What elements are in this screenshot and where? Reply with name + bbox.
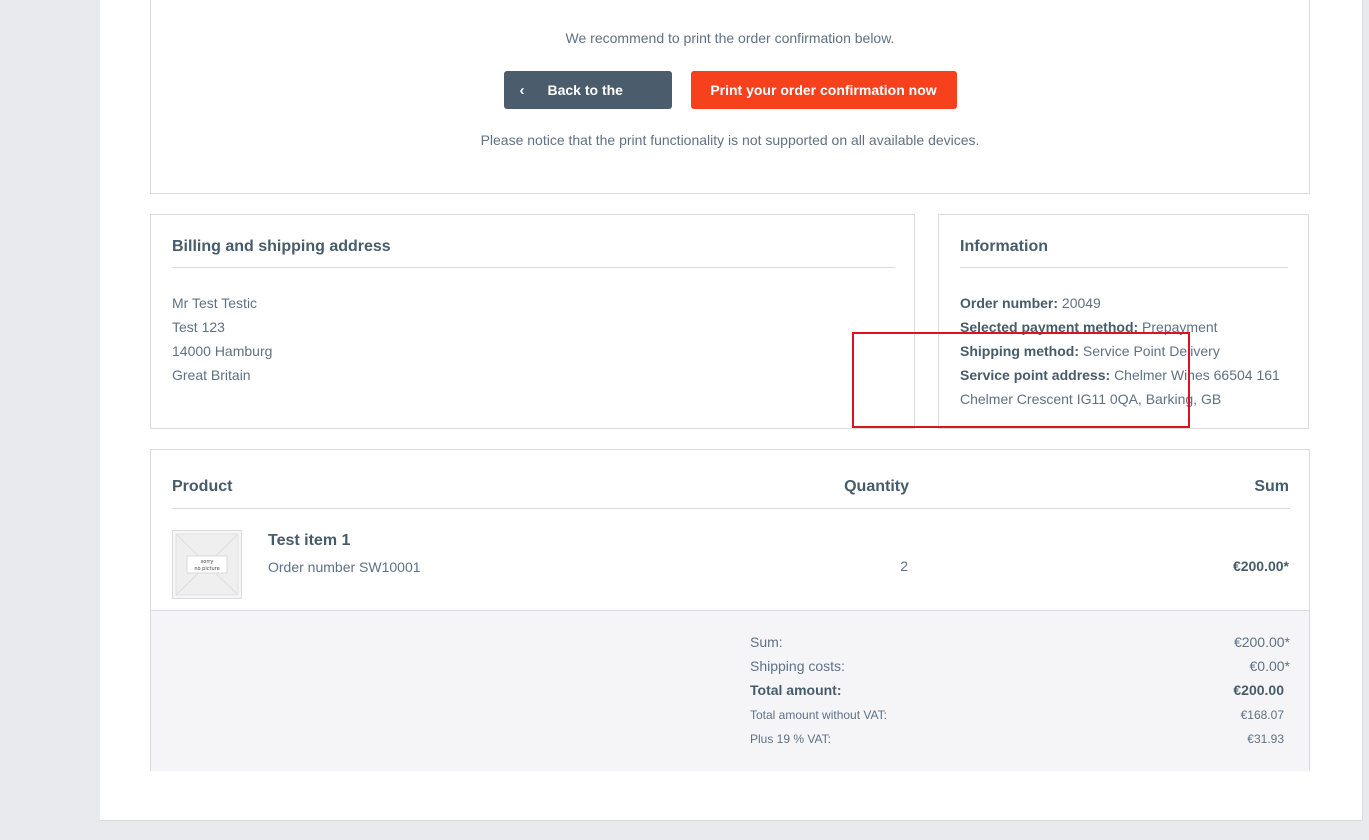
print-confirmation-panel: We recommend to print the order confirma… — [150, 0, 1310, 194]
address-line: Great Britain — [172, 367, 251, 383]
total-amount-value: €200.00 — [1233, 682, 1284, 698]
divider — [172, 267, 895, 268]
address-line: Test 123 — [172, 319, 225, 335]
vat-value: €31.93 — [1247, 732, 1284, 746]
information-title: Information — [960, 238, 1048, 255]
product-order-number: Order number SW10001 — [268, 559, 421, 575]
net-amount-value: €168.07 — [1240, 708, 1284, 722]
order-number-row: Order number: 20049 — [960, 291, 1295, 315]
print-confirmation-button[interactable]: Print your order confirmation now — [690, 71, 957, 109]
order-number-label: Order number: — [960, 295, 1059, 311]
product-sum: €200.00* — [1232, 558, 1289, 574]
address-line: Mr Test Testic — [172, 295, 258, 311]
back-to-shop-button[interactable]: ‹ Back to the shop — [503, 71, 672, 137]
recommend-text: We recommend to print the order confirma… — [565, 30, 895, 46]
billing-shipping-panel: Billing and shipping address Mr Test Tes… — [150, 214, 915, 429]
quantity-column-header: Quantity — [844, 478, 909, 495]
total-amount-label: Total amount: — [750, 682, 842, 698]
vat-label: Plus 19 % VAT: — [750, 732, 831, 746]
product-column-header: Product — [172, 478, 233, 495]
shipping-costs-label: Shipping costs: — [750, 658, 845, 674]
order-number-value: 20049 — [1061, 295, 1101, 311]
product-name[interactable]: Test item 1 — [268, 532, 350, 550]
action-buttons: ‹ Back to the shop Print your order confir… — [151, 71, 1309, 137]
net-amount-label: Total amount without VAT: — [750, 708, 887, 722]
products-panel: Product Quantity Sum sorry no picture Te… — [150, 449, 1310, 771]
print-notice-text: Please notice that the print functionali… — [480, 132, 980, 148]
totals-section: Sum: €200.00* Shipping costs: €0.00* Tot… — [151, 610, 1309, 771]
sum-label: Sum: — [750, 634, 783, 650]
billing-title: Billing and shipping address — [172, 238, 391, 255]
address-line: 14000 Hamburg — [172, 343, 273, 359]
no-picture-icon: sorry no picture — [175, 533, 239, 596]
address-block: Mr Test Testic Test 123 14000 Hamburg Gr… — [172, 291, 272, 387]
thumb-text-2: no picture — [194, 566, 219, 572]
product-quantity: 2 — [900, 558, 908, 574]
sum-column-header: Sum — [1254, 478, 1289, 495]
shipping-costs-value: €0.00* — [1249, 658, 1290, 674]
highlight-box — [852, 332, 1190, 428]
sum-value: €200.00* — [1233, 634, 1290, 650]
divider — [172, 508, 1290, 509]
product-thumbnail[interactable]: sorry no picture — [172, 530, 242, 599]
chevron-left-icon: ‹ — [519, 82, 525, 99]
divider — [960, 267, 1288, 268]
thumb-text-1: sorry — [201, 559, 214, 565]
